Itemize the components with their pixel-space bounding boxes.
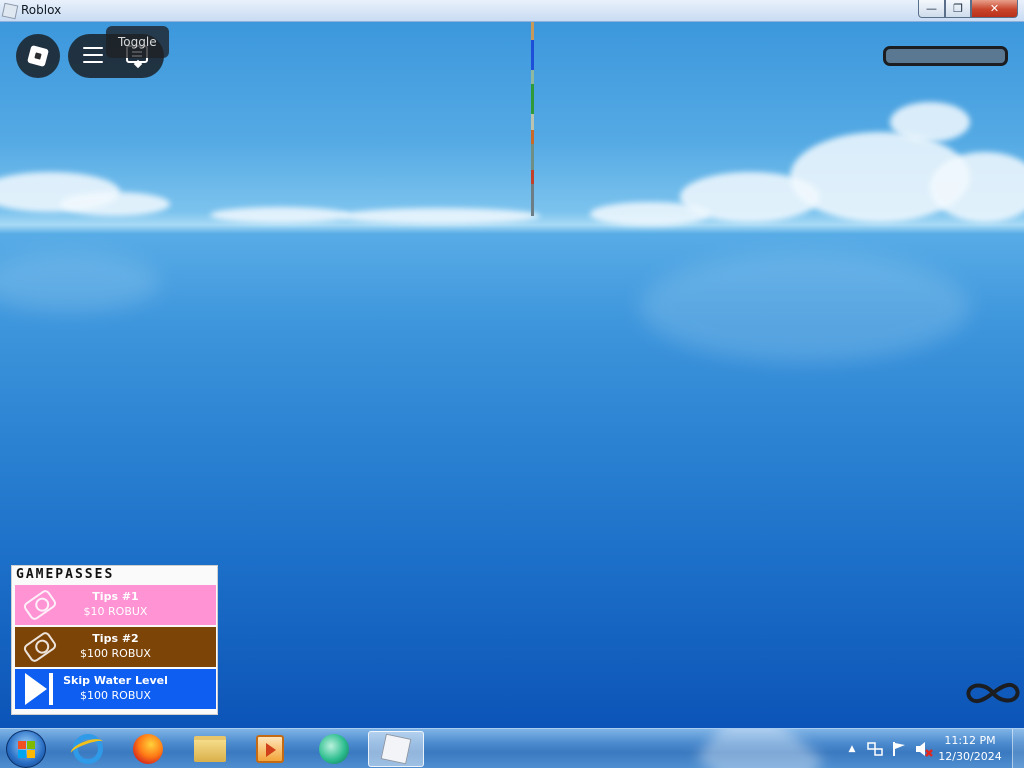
action-center-flag-icon[interactable] (890, 729, 908, 768)
status-bar (883, 46, 1008, 66)
roblox-menu-button[interactable] (16, 34, 60, 78)
media-player-icon (256, 735, 284, 763)
windows-logo-icon (18, 741, 36, 759)
taskbar-firefox[interactable] (120, 731, 176, 767)
cloud (340, 208, 540, 224)
show-hidden-icons-button[interactable]: ▲ (846, 729, 858, 768)
window-controls: — ❐ ✕ (918, 0, 1018, 18)
window-titlebar[interactable]: Roblox — ❐ ✕ (0, 0, 1024, 22)
taskbar-clock[interactable]: 11:12 PM 12/30/2024 (936, 733, 1004, 765)
cloud (210, 207, 350, 223)
game-viewport[interactable]: Toggle GAMEPASSES Tips #1 $10 ROBUX Tips… (0, 22, 1024, 728)
maximize-button[interactable]: ❐ (945, 0, 971, 18)
gamepasses-title: GAMEPASSES (16, 567, 115, 582)
cloud (890, 102, 970, 142)
gamepass-skip-water-level[interactable]: Skip Water Level $100 ROBUX (15, 669, 216, 709)
window-title: Roblox (21, 3, 62, 17)
clock-date: 12/30/2024 (938, 750, 1002, 763)
volume-muted-icon[interactable] (914, 729, 934, 768)
file-explorer-icon (194, 736, 226, 762)
start-button[interactable] (6, 730, 46, 768)
tower-pole (529, 22, 535, 216)
firefox-icon (133, 734, 163, 764)
gamepass-tips-1[interactable]: Tips #1 $10 ROBUX (15, 585, 216, 625)
cloud (930, 152, 1024, 222)
clock-time: 11:12 PM (944, 734, 996, 747)
cloud-reflection (640, 252, 970, 362)
infinity-loop-icon[interactable] (965, 682, 1021, 704)
taskbar-roblox[interactable] (368, 731, 424, 767)
gamepasses-panel: GAMEPASSES Tips #1 $10 ROBUX Tips #2 $10… (11, 565, 218, 715)
hamburger-menu-icon[interactable] (83, 47, 103, 65)
toggle-tooltip: Toggle (106, 26, 169, 58)
show-desktop-button[interactable] (1012, 729, 1024, 768)
cloud (60, 192, 170, 216)
roblox-app-icon (1, 2, 19, 20)
internet-explorer-icon (73, 734, 103, 764)
network-icon[interactable] (866, 729, 884, 768)
roblox-icon (380, 733, 412, 765)
taskbar-media-player[interactable] (242, 731, 298, 767)
gamepass-tips-2[interactable]: Tips #2 $100 ROBUX (15, 627, 216, 667)
windows-taskbar: ▲ 11:12 PM 12/30/2024 (0, 728, 1024, 768)
cloud-reflection (0, 252, 160, 312)
taskbar-app[interactable] (306, 731, 362, 767)
close-button[interactable]: ✕ (971, 0, 1018, 18)
minimize-button[interactable]: — (918, 0, 945, 18)
taskbar-internet-explorer[interactable] (60, 731, 116, 767)
skip-icon (23, 673, 57, 705)
app-icon (319, 734, 349, 764)
roblox-logo-icon (26, 44, 50, 68)
taskbar-file-explorer[interactable] (182, 731, 238, 767)
